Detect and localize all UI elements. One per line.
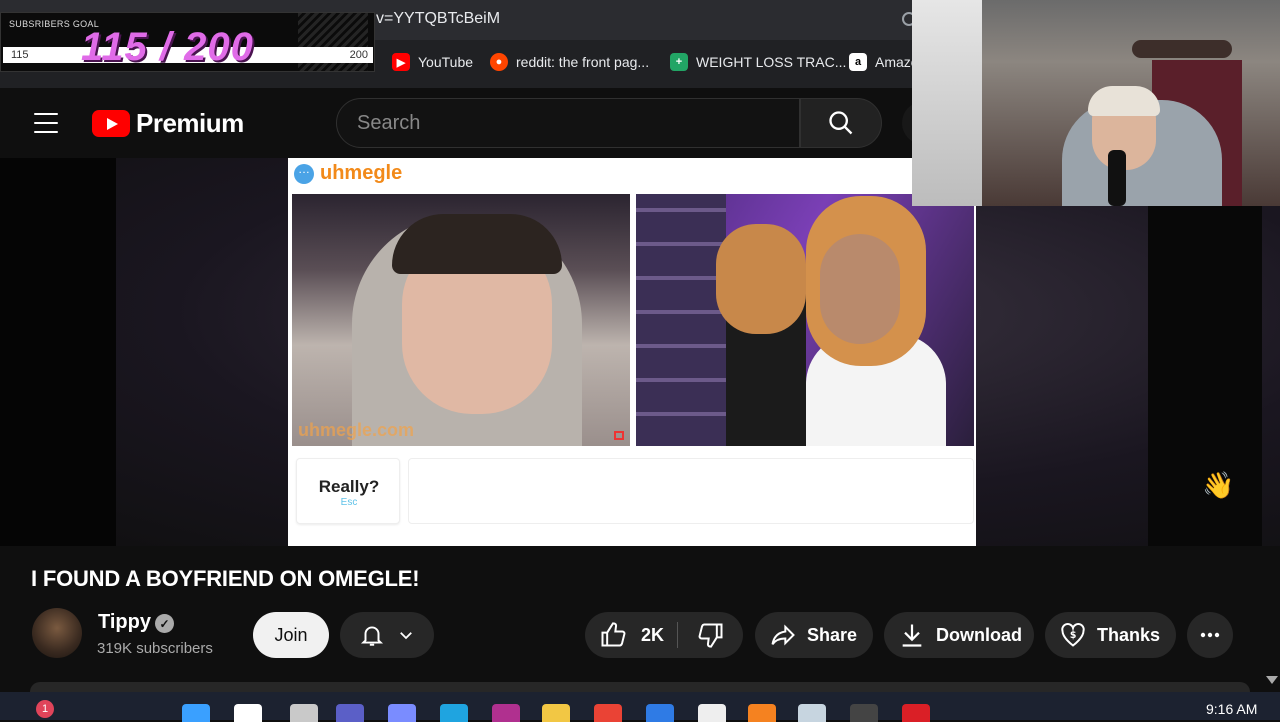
- chevron-down-icon: [400, 632, 412, 640]
- streamer-webcam: [636, 194, 974, 446]
- clock[interactable]: 9:16 AM: [1206, 701, 1257, 717]
- youtube-icon: ▶: [392, 53, 410, 71]
- uhmegle-logo: uhmegle: [294, 162, 402, 185]
- bookmark-amazon[interactable]: a Amazo: [849, 50, 919, 74]
- creative-cloud-icon[interactable]: [902, 704, 930, 722]
- escape-label: Really?: [318, 477, 380, 496]
- search-placeholder: Search: [357, 112, 421, 134]
- escape-hint: Esc: [340, 497, 358, 508]
- sheets-icon: +: [670, 53, 688, 71]
- dislike-button[interactable]: [693, 612, 729, 658]
- thumbs-down-icon: [698, 623, 723, 648]
- flag-icon: [614, 431, 624, 440]
- share-button[interactable]: Share: [755, 612, 873, 658]
- thanks-label: Thanks: [1097, 624, 1161, 645]
- share-icon: [771, 624, 795, 646]
- ghost-icon[interactable]: [698, 704, 726, 722]
- verified-icon: ✓: [155, 614, 174, 633]
- thumbs-up-icon: [601, 622, 626, 647]
- copilot-icon[interactable]: [388, 704, 416, 722]
- goal-display: 115 / 200: [81, 25, 254, 69]
- menu-icon[interactable]: [34, 113, 58, 133]
- search-icon: [829, 111, 853, 135]
- thanks-button[interactable]: $ Thanks: [1045, 612, 1176, 658]
- bookmark-label: WEIGHT LOSS TRAC...: [696, 54, 847, 70]
- goal-target: 200: [349, 49, 368, 61]
- vlc-icon[interactable]: [748, 704, 776, 722]
- youtube-play-icon: [92, 110, 130, 137]
- bookmark-label: reddit: the front pag...: [516, 54, 650, 70]
- bookmark-youtube[interactable]: ▶ YouTube: [392, 50, 473, 74]
- uhmegle-watermark: uhmegle.com: [298, 420, 415, 440]
- streamer-webcam-overlay: [912, 0, 1280, 206]
- download-icon: [902, 624, 922, 647]
- chat-input-box: [408, 458, 974, 524]
- url-text[interactable]: v=YYTQBTcBeiM: [376, 10, 500, 28]
- chat-bubble-icon: [294, 162, 314, 184]
- notification-badge: 1: [36, 700, 54, 718]
- search-input[interactable]: Search: [336, 98, 800, 148]
- teams-icon[interactable]: [336, 704, 364, 722]
- store-icon[interactable]: [646, 704, 674, 722]
- like-separator: [677, 622, 678, 648]
- join-button[interactable]: Join: [253, 612, 329, 658]
- decorative-stripes: [298, 13, 368, 71]
- scroll-down-icon[interactable]: [1266, 676, 1278, 684]
- edge-icon[interactable]: [440, 704, 468, 722]
- amazon-icon: a: [849, 53, 867, 71]
- start-icon[interactable]: [182, 704, 210, 722]
- escape-button: Really? Esc: [296, 458, 400, 524]
- chrome-icon[interactable]: [594, 704, 622, 722]
- subscriber-count: 319K subscribers: [97, 640, 213, 657]
- uhmegle-logo-text: uhmegle: [320, 162, 403, 184]
- description-panel[interactable]: [30, 682, 1250, 692]
- channel-avatar[interactable]: [32, 608, 82, 658]
- bell-icon: [360, 626, 384, 646]
- more-horizontal-icon: [1200, 632, 1220, 638]
- goal-current: 115: [11, 49, 29, 61]
- obs-icon[interactable]: [850, 704, 878, 722]
- video-side-panel-left: [0, 158, 116, 546]
- task-view-icon[interactable]: [290, 704, 318, 722]
- search-button[interactable]: [800, 98, 882, 148]
- channel-name[interactable]: Tippy: [98, 611, 151, 634]
- bookmark-reddit[interactable]: ● reddit: the front pag...: [490, 50, 649, 74]
- video-title: I FOUND A BOYFRIEND ON OMEGLE!: [31, 566, 420, 591]
- steam-icon[interactable]: [798, 704, 826, 722]
- subscriber-goal-overlay: SUBSRIBERS GOAL 115 200 115 / 200: [0, 12, 375, 72]
- like-count: 2K: [641, 624, 665, 645]
- more-actions-button[interactable]: [1187, 612, 1233, 658]
- bookmark-weight-loss[interactable]: + WEIGHT LOSS TRAC...: [670, 50, 846, 74]
- app-icon[interactable]: [492, 704, 520, 722]
- waving-avatar-icon: 👋: [1202, 470, 1235, 500]
- reddit-icon: ●: [490, 53, 508, 71]
- heart-dollar-icon: $: [1061, 623, 1085, 647]
- download-label: Download: [936, 624, 1022, 645]
- download-button[interactable]: Download: [884, 612, 1034, 658]
- notification-button[interactable]: [340, 612, 434, 658]
- file-explorer-icon[interactable]: [542, 704, 570, 722]
- svg-text:$: $: [1070, 630, 1077, 641]
- youtube-logo[interactable]: Premium: [92, 108, 244, 139]
- logo-text: Premium: [136, 108, 244, 138]
- like-button[interactable]: 2K: [599, 612, 664, 658]
- search-icon[interactable]: [234, 704, 262, 722]
- share-label: Share: [807, 624, 858, 645]
- stranger-webcam: uhmegle.com: [292, 194, 630, 446]
- bookmark-label: YouTube: [418, 54, 474, 70]
- like-dislike-group: 2K: [585, 612, 743, 658]
